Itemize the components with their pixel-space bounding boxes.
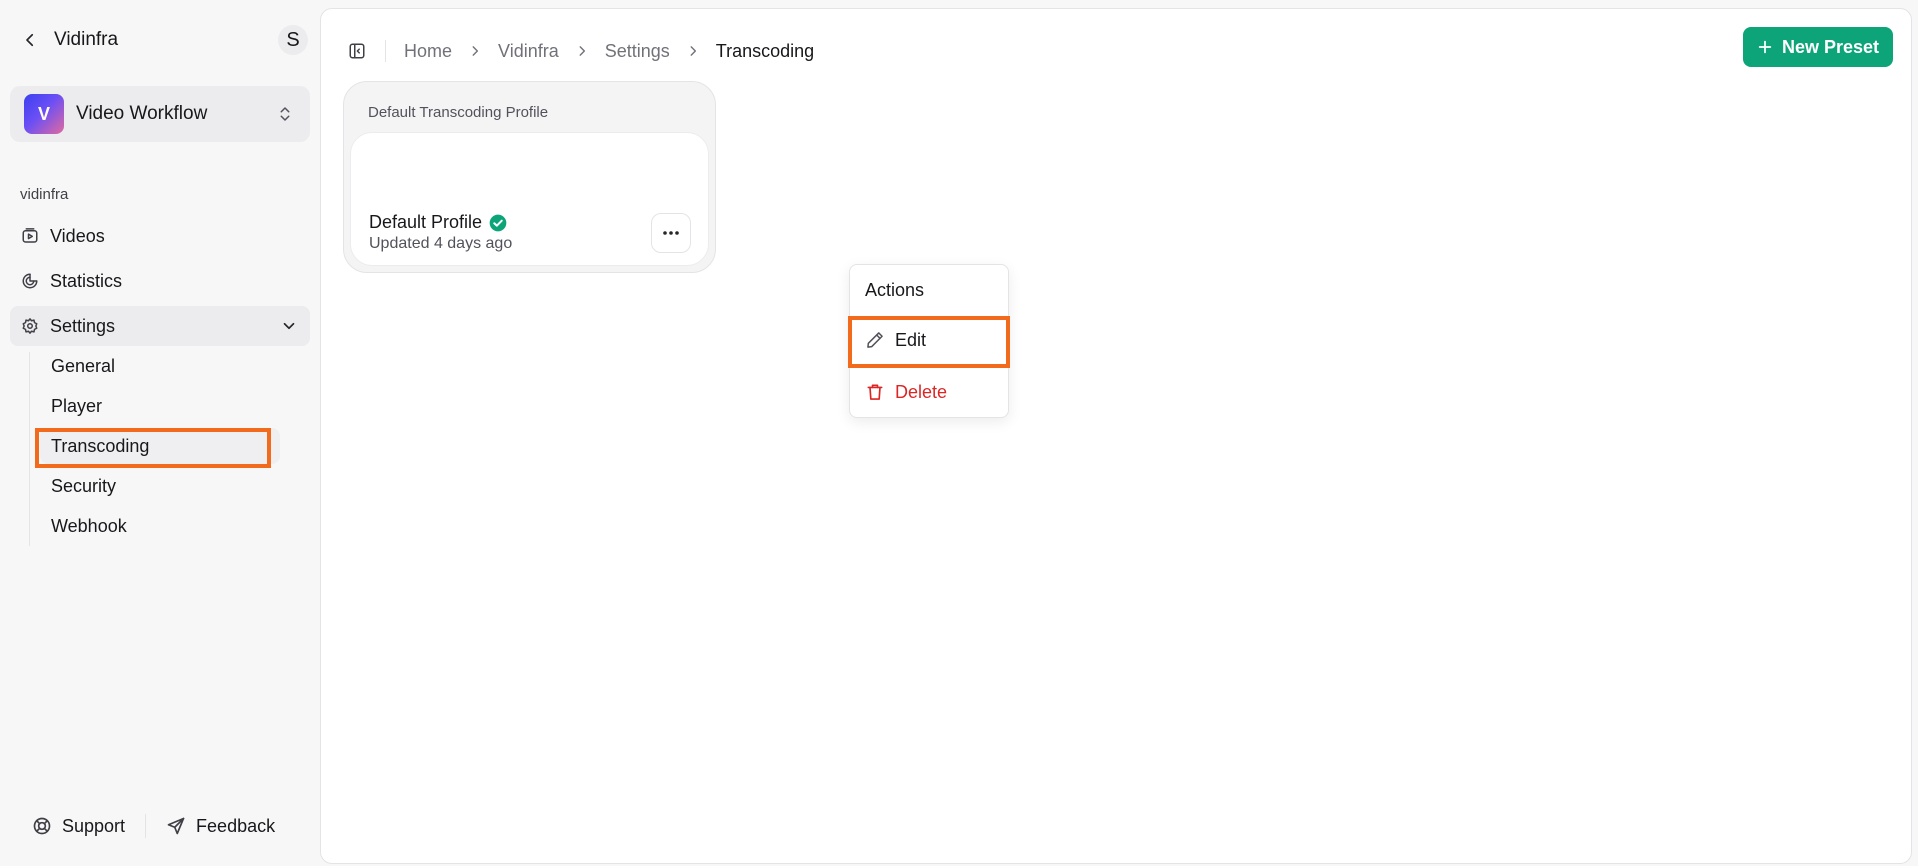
delete-label: Delete xyxy=(895,381,948,402)
new-preset-button[interactable]: New Preset xyxy=(1743,27,1893,67)
profile-name: Default Profile xyxy=(369,212,483,232)
edit-label: Edit xyxy=(895,329,927,350)
sidebar-subitem-webhook[interactable]: Webhook xyxy=(40,508,280,544)
sidebar-subitem-security[interactable]: Security xyxy=(40,468,280,504)
support-link[interactable]: Support xyxy=(32,816,125,837)
sidebar-item-label: Videos xyxy=(50,225,105,246)
ellipsis-icon xyxy=(662,230,680,236)
topbar: Home Vidinfra Settings Transcoding xyxy=(345,31,814,71)
sidebar-subitem-transcoding[interactable]: Transcoding xyxy=(40,428,280,464)
chevron-down-icon xyxy=(280,317,298,335)
profile-group: Default Transcoding Profile Default Prof… xyxy=(343,81,716,273)
chevron-right-icon xyxy=(686,44,700,58)
footer-divider xyxy=(145,814,147,838)
menu-item-delete[interactable]: Delete xyxy=(850,372,1008,412)
breadcrumb-settings[interactable]: Settings xyxy=(605,41,670,62)
breadcrumb-vidinfra[interactable]: Vidinfra xyxy=(498,41,559,62)
chevron-right-icon xyxy=(575,44,589,58)
sidebar-item-videos[interactable]: Videos xyxy=(10,216,310,256)
pencil-icon xyxy=(865,330,885,350)
chevron-right-icon xyxy=(468,44,482,58)
submenu-guide-line xyxy=(29,352,30,546)
sidebar: Vidinfra S V Video Workflow vidinfra Vid… xyxy=(0,0,320,866)
sidebar-item-label: Statistics xyxy=(50,270,123,291)
sidebar-item-label: Settings xyxy=(50,315,116,336)
trash-icon xyxy=(865,382,885,402)
org-name[interactable]: Vidinfra xyxy=(54,29,118,51)
send-icon xyxy=(166,816,186,836)
user-avatar[interactable]: S xyxy=(278,25,308,55)
sidebar-footer: Support Feedback xyxy=(32,812,275,840)
topbar-divider xyxy=(385,40,386,62)
support-label: Support xyxy=(62,815,126,836)
chevrons-up-down-icon xyxy=(276,104,294,124)
group-title: Default Transcoding Profile xyxy=(368,104,549,121)
sidebar-header: Vidinfra S xyxy=(18,22,308,58)
feedback-label: Feedback xyxy=(196,815,276,836)
actions-menu-title: Actions xyxy=(865,280,925,300)
actions-menu: Actions Edit Delete xyxy=(848,264,1010,418)
video-icon xyxy=(20,226,40,246)
profile-card[interactable]: Default Profile Updated 4 days ago xyxy=(350,132,709,266)
gear-icon xyxy=(20,316,40,336)
chart-pie-icon xyxy=(20,271,40,291)
plus-icon xyxy=(1757,39,1773,55)
back-chevron-icon[interactable] xyxy=(18,28,42,52)
breadcrumb: Home Vidinfra Settings Transcoding xyxy=(404,41,814,62)
menu-item-edit[interactable]: Edit xyxy=(850,320,1008,360)
workspace-logo: V xyxy=(24,94,64,134)
sidebar-subitem-player[interactable]: Player xyxy=(40,388,280,424)
breadcrumb-home[interactable]: Home xyxy=(404,41,452,62)
profile-name-row: Default Profile xyxy=(369,212,508,233)
breadcrumb-transcoding: Transcoding xyxy=(715,40,815,61)
sidebar-item-settings[interactable]: Settings xyxy=(10,306,310,346)
verified-check-icon xyxy=(488,213,508,233)
sidebar-subitem-general[interactable]: General xyxy=(40,348,280,384)
sidebar-toggle-icon[interactable] xyxy=(345,39,369,63)
sidebar-item-statistics[interactable]: Statistics xyxy=(10,261,310,301)
workspace-name: Video Workflow xyxy=(76,103,208,124)
profile-updated: Updated 4 days ago xyxy=(369,235,513,252)
new-preset-label: New Preset xyxy=(1781,36,1880,57)
lifebuoy-icon xyxy=(32,816,52,836)
more-actions-button[interactable] xyxy=(651,213,691,253)
main-panel: Home Vidinfra Settings Transcoding New P… xyxy=(320,8,1912,864)
feedback-link[interactable]: Feedback xyxy=(166,816,275,837)
workspace-switcher[interactable]: V Video Workflow xyxy=(10,86,310,142)
sidebar-section-label: vidinfra xyxy=(20,186,69,203)
